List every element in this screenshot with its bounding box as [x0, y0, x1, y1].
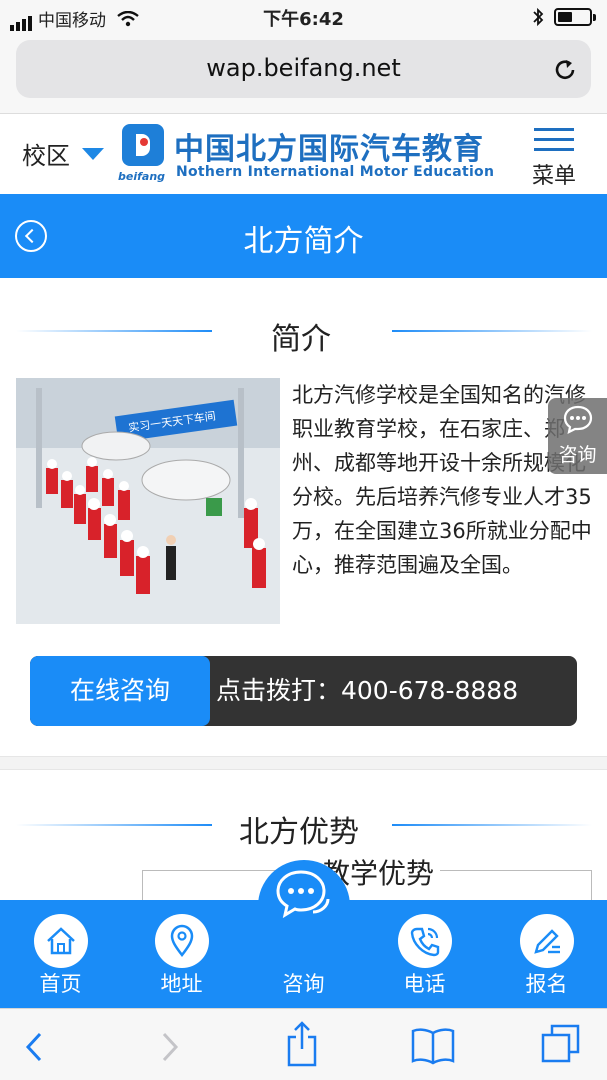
nav-address-label: 地址 [160, 972, 203, 996]
bluetooth-icon [533, 7, 544, 27]
back-arrow-icon[interactable] [24, 1031, 44, 1063]
tabs-icon[interactable] [540, 1023, 582, 1065]
site-header: 校区 beifang 中国北方国际汽车教育 Nothern Internatio… [0, 114, 607, 194]
nav-home-label: 首页 [39, 972, 82, 996]
nav-register-label: 报名 [525, 972, 568, 996]
section-line-right [392, 824, 592, 826]
status-time: 下午6:42 [263, 9, 344, 30]
title-bar: 北方简介 [0, 194, 607, 278]
browser-toolbar [0, 1008, 607, 1080]
advantages-heading: 北方优势 [239, 815, 359, 850]
hamburger-icon [534, 128, 574, 131]
nav-consult-label: 咨询 [282, 972, 325, 996]
home-icon [34, 914, 88, 968]
page-title: 北方简介 [243, 224, 364, 259]
logo-english: Nothern International Motor Education [176, 164, 495, 180]
chat-bubble-icon [563, 405, 593, 434]
intro-text: 北方汽修学校是全国知名的汽修职业教育学校，在石家庄、郑州、成都等地开设十余所规模… [292, 383, 592, 577]
battery-icon [554, 8, 596, 26]
section-divider [0, 756, 607, 770]
campus-selector[interactable]: 校区 [22, 136, 70, 171]
url-text: wap.beifang.net [206, 54, 401, 82]
side-consult-label: 咨询 [558, 444, 597, 466]
logo-subtext: beifang [118, 170, 166, 183]
logo-title: 中国北方国际汽车教育 [174, 132, 484, 167]
nav-home[interactable]: 首页 [0, 900, 121, 1008]
call-bar: 在线咨询 点击拨打：400-678-8888 [30, 656, 577, 726]
section-line-left [16, 330, 212, 332]
logo-dot [140, 138, 148, 146]
section-line-right [392, 330, 592, 332]
intro-heading: 简介 [271, 322, 331, 357]
nav-phone[interactable]: 电话 [364, 900, 485, 1008]
nav-address[interactable]: 地址 [121, 900, 242, 1008]
online-consult-button[interactable]: 在线咨询 [30, 656, 210, 726]
intro-photo: 实习一天天下车间 [16, 378, 280, 624]
bookmarks-icon[interactable] [410, 1027, 456, 1065]
nav-phone-label: 电话 [403, 972, 446, 996]
location-pin-icon [155, 914, 209, 968]
browser-address-bar: wap.beifang.net [0, 34, 607, 114]
share-icon[interactable] [286, 1019, 318, 1069]
reload-icon[interactable] [552, 57, 578, 83]
url-field[interactable]: wap.beifang.net [16, 40, 591, 98]
bottom-nav: 首页 地址 咨询 电话 报名 [0, 870, 607, 1008]
menu-button[interactable]: 菜单 [528, 128, 580, 190]
dropdown-arrow-icon[interactable] [82, 148, 104, 160]
nav-register[interactable]: 报名 [486, 900, 607, 1008]
side-consult-button[interactable]: 咨询 [548, 398, 607, 474]
forward-arrow-icon[interactable] [160, 1031, 180, 1063]
pen-icon [520, 914, 574, 968]
nav-consult[interactable]: 咨询 [243, 870, 364, 1008]
chat-bubble-icon [276, 870, 330, 919]
call-phone-button[interactable]: 点击拨打：400-678-8888 [216, 656, 518, 726]
section-line-left [16, 824, 212, 826]
phone-icon [398, 914, 452, 968]
status-bar: 中国移动 下午6:42 [0, 0, 607, 34]
menu-label: 菜单 [531, 164, 576, 189]
